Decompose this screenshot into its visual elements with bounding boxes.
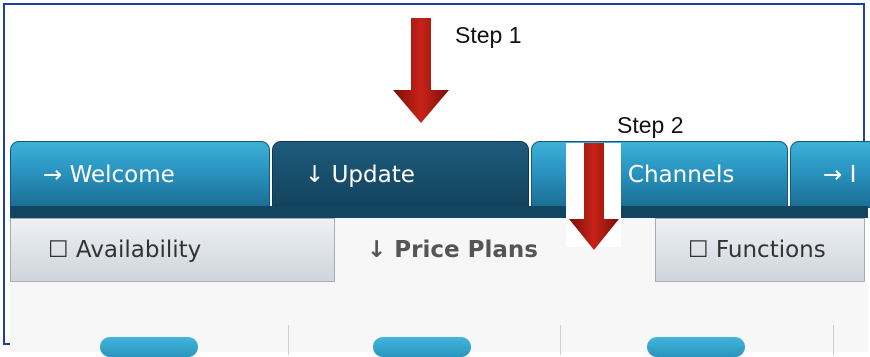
column-divider bbox=[833, 325, 834, 355]
tab-channels-label: y Channels bbox=[607, 161, 735, 188]
subtab-availability[interactable]: ☐ Availability bbox=[10, 218, 335, 282]
tab-update-label: ↓ Update bbox=[305, 161, 415, 188]
content-button[interactable] bbox=[373, 337, 471, 357]
subtab-availability-label: ☐ Availability bbox=[48, 237, 202, 263]
tab-next[interactable]: → I bbox=[790, 141, 870, 208]
content-button[interactable] bbox=[647, 337, 745, 357]
tab-welcome-label: → Welcome bbox=[43, 161, 175, 188]
tab-welcome[interactable]: → Welcome bbox=[10, 141, 270, 208]
step2-arrow-icon bbox=[569, 143, 619, 250]
step1-arrow-icon bbox=[393, 18, 449, 123]
tab-update[interactable]: ↓ Update bbox=[272, 141, 529, 208]
tab-next-label: → I bbox=[823, 161, 857, 188]
subtab-functions[interactable]: ☐ Functions bbox=[655, 218, 865, 282]
subtab-price-plans-label: ↓ Price Plans bbox=[367, 237, 538, 263]
column-divider bbox=[560, 325, 561, 355]
column-divider bbox=[288, 325, 289, 355]
subtab-functions-label: ☐ Functions bbox=[688, 237, 826, 263]
content-button[interactable] bbox=[100, 337, 198, 357]
step1-label: Step 1 bbox=[455, 22, 522, 48]
tab-bar-band bbox=[10, 206, 868, 218]
step2-label: Step 2 bbox=[617, 112, 684, 138]
